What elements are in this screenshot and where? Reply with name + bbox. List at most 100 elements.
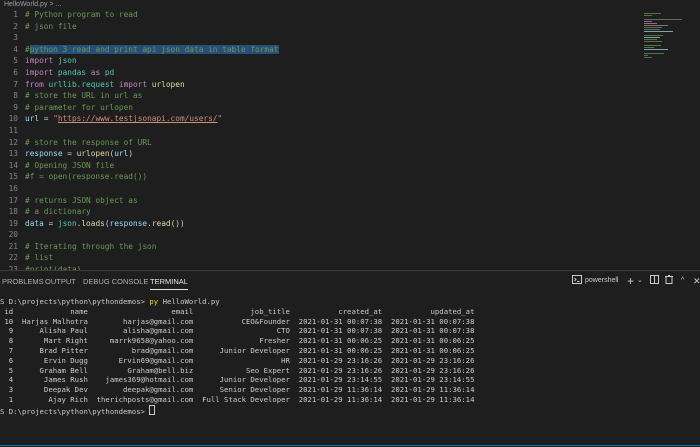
minimap-line [644, 57, 653, 58]
table-row-text: 9 Alisha Paul alisha@gmail.com CTO 2021-… [0, 326, 475, 336]
code-token: import [118, 79, 148, 89]
line-number: 19 [8, 218, 18, 228]
tab-output[interactable]: OUTPUT [45, 277, 76, 286]
code-line[interactable]: 12 # store the response of URL [0, 137, 640, 149]
terminal-table-row: 10 Harjas Malhotra harjas@gmail.com CEO&… [0, 317, 474, 327]
terminal-table-row: 4 James Rush james369@hotmail.com Junior… [0, 375, 475, 385]
code-line[interactable]: 7 from urllib.request import urlopen [0, 79, 640, 91]
code-token: pd [104, 67, 115, 77]
code-token: https://www.testjsonapi.com/users/ [57, 114, 218, 124]
code-line[interactable]: 8 # store the URL in url as [0, 90, 640, 102]
code-token: #f = open(response.read()) [25, 172, 148, 182]
table-header: id name email job_title created_at updat… [0, 306, 475, 316]
code-token: # json file [25, 21, 77, 31]
terminal-toolbar: powershell + ⌄ ^ ✕ [560, 275, 700, 287]
code-line[interactable]: 21 # Iterating through the json [0, 241, 640, 253]
chevron-down-icon[interactable]: ⌄ [637, 275, 643, 287]
code-token: data [25, 218, 44, 228]
code-text: # a dictionary [25, 206, 91, 218]
split-terminal-icon[interactable] [650, 275, 659, 288]
code-token: url [114, 149, 129, 159]
line-number: 1 [13, 10, 18, 19]
terminal-table-row: 7 Brad Pitter brad@gmail.com Junior Deve… [0, 346, 475, 356]
code-line[interactable]: 18 # a dictionary [0, 206, 640, 218]
code-line[interactable]: 16 [0, 183, 640, 195]
line-number: 13 [8, 149, 18, 159]
table-row-text: 10 Harjas Malhotra harjas@gmail.com CEO&… [0, 316, 475, 326]
close-icon[interactable]: ✕ [693, 275, 700, 287]
code-token: pandas [57, 67, 87, 77]
code-token: response [25, 149, 63, 159]
code-line[interactable]: 17 # returns JSON object as [0, 195, 640, 207]
new-terminal-plus-icon[interactable]: + [627, 275, 634, 287]
code-line[interactable]: 20 [0, 229, 640, 241]
code-token: # Python program to read [25, 10, 138, 19]
code-line[interactable]: 9 # parameter for urlopen [0, 102, 640, 114]
code-token: import [25, 67, 54, 77]
minimap-line [644, 29, 661, 30]
code-token: urllib.request [48, 79, 115, 89]
code-line[interactable]: 22 # list [0, 252, 640, 264]
code-text: # store the response of URL [25, 137, 152, 149]
code-line[interactable]: 14 # Opening JSON file [0, 160, 640, 172]
terminal-table-row: 3 Deepak Dev deepak@gmail.com Senior Dev… [0, 385, 475, 395]
code-editor[interactable]: 1 # Python program to read 2 # json file 3 4 #… [0, 9, 640, 270]
minimap-line [644, 37, 661, 38]
code-token: python 3 read and print api json data in… [29, 44, 279, 54]
minimap-line [644, 41, 663, 42]
minimap[interactable] [640, 9, 700, 69]
tab-terminal[interactable]: TERMINAL [150, 277, 188, 290]
code-line[interactable]: 2 # json file [0, 21, 640, 33]
shell-selector[interactable]: powershell [585, 275, 618, 287]
line-number: 7 [13, 79, 18, 89]
line-number: 14 [8, 160, 18, 170]
tab-problems[interactable]: PROBLEMS [2, 277, 44, 286]
code-line[interactable]: 3 [0, 32, 640, 44]
code-line[interactable]: 15 #f = open(response.read()) [0, 171, 640, 183]
table-row-text: 5 Graham Bell Graham@bell.biz Seo Expert… [0, 365, 475, 375]
line-number: 12 [8, 137, 18, 147]
code-line[interactable]: 11 [0, 125, 640, 137]
minimap-line [644, 19, 682, 20]
code-token: from [25, 79, 44, 89]
code-token: as [90, 67, 101, 77]
code-text: # returns JSON object as [25, 195, 138, 207]
code-text: # parameter for urlopen [25, 102, 133, 114]
line-number: 6 [13, 67, 18, 77]
line-number: 21 [8, 241, 18, 251]
table-row-text: 6 Ervin Dugg Ervin69@gmail.com HR 2021-0… [0, 355, 475, 365]
code-token: # Iterating through the json [25, 241, 157, 251]
table-row-text: 3 Deepak Dev deepak@gmail.com Senior Dev… [0, 385, 475, 395]
terminal-prompt: PS D:\projects\python\pythondemos> [0, 406, 150, 416]
tab-debug-console[interactable]: DEBUG CONSOLE [83, 277, 148, 286]
code-line[interactable]: 10 url = "https://www.testjsonapi.com/use… [0, 113, 640, 125]
table-row-text: 1 Ajay Rich therichposts@gmail.com Full … [0, 394, 475, 404]
code-token: # Opening JSON file [25, 160, 115, 170]
code-line[interactable]: 1 # Python program to read [0, 9, 640, 21]
code-line[interactable]: 19 data = json.loads(response.read()) [0, 218, 640, 230]
minimap-line [644, 13, 661, 14]
code-text: # Python program to read [25, 9, 138, 21]
code-token: # store the response of URL [25, 137, 152, 147]
code-text: from urllib.request import urlopen [25, 79, 185, 91]
terminal-table-row: 6 Ervin Dugg Ervin69@gmail.com HR 2021-0… [0, 355, 475, 366]
code-text: response = urlopen(url) [25, 148, 133, 160]
code-text: # list [25, 252, 53, 264]
minimap-line [644, 45, 661, 46]
line-number: 3 [13, 33, 18, 43]
code-text: #python 3 read and print api json data i… [25, 44, 279, 56]
terminal-output[interactable]: PS D:\projects\python\pythondemos> py He… [0, 297, 474, 417]
code-line[interactable]: 13 response = urlopen(url) [0, 148, 640, 160]
code-text: # store the URL in url as [25, 90, 142, 102]
chevron-up-icon[interactable]: ^ [681, 275, 684, 287]
line-number: 20 [8, 230, 18, 240]
trash-icon[interactable] [665, 275, 673, 288]
code-line[interactable]: 5 import json [0, 55, 640, 67]
terminal-cursor [149, 404, 156, 415]
table-row-text: 8 Mart Right marrk9658@yahoo.com Fresher… [0, 336, 475, 346]
code-line[interactable]: 4 #python 3 read and print api json data … [0, 44, 640, 56]
code-line[interactable]: 6 import pandas as pd [0, 67, 640, 79]
line-number: 5 [13, 56, 18, 66]
terminal-prompt: PS D:\projects\python\pythondemos> [0, 297, 150, 306]
code-token: # a dictionary [25, 207, 91, 217]
